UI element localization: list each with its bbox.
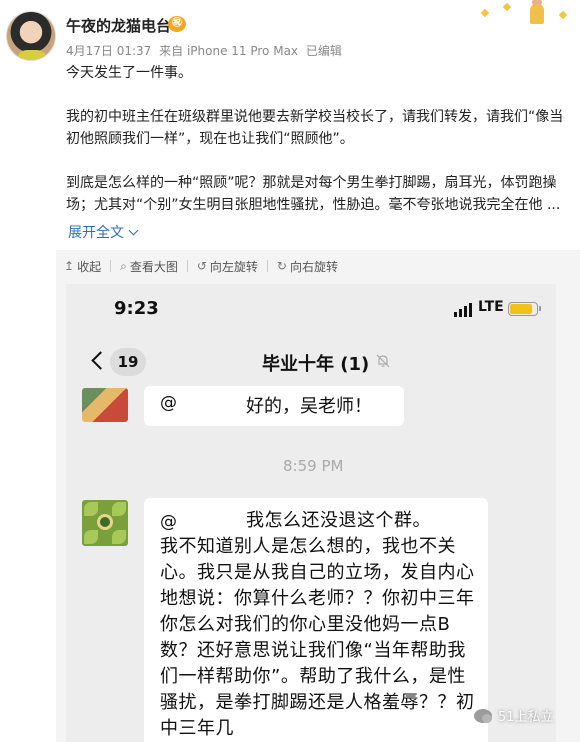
post-source: 来自 iPhone 11 Pro Max (159, 44, 299, 58)
rotate-right-icon: ↻ (276, 259, 287, 273)
message-bubble: @ 好的，吴老师！ (144, 386, 404, 426)
post-header: 午夜的龙猫电台 ㊗ 4月17日 01:37 来自 iPhone 11 Pro M… (0, 0, 580, 66)
divider (266, 260, 268, 272)
collapse-button[interactable]: ↥ 收起 (64, 258, 101, 275)
search-icon: ⌕ (120, 258, 127, 273)
post-paragraph: 我的初中班主任在班级群里说他要去新学校当校长了，请我们转发，请我们“像当初他照顾… (66, 109, 564, 147)
sender-avatar[interactable] (82, 500, 128, 546)
rotate-left-label: 向左旋转 (209, 259, 258, 274)
username[interactable]: 午夜的龙猫电台 (66, 15, 171, 36)
watermark: 51上私立 (474, 706, 554, 725)
expand-label: 展开全文 (68, 225, 124, 241)
chevron-down-icon (128, 225, 139, 236)
post-meta: 4月17日 01:37 来自 iPhone 11 Pro Max 已编辑 (66, 42, 346, 59)
post-body: 今天发生了一件事。 我的初中班主任在班级群里说他要去新学校当校长了，请我们转发，… (66, 62, 566, 216)
mute-bell-icon (376, 354, 390, 368)
post-date: 4月17日 01:37 (66, 44, 152, 58)
collapse-icon: ↥ (64, 259, 75, 273)
view-large-button[interactable]: ⌕ 查看大图 (120, 258, 178, 275)
sender-avatar[interactable] (82, 388, 128, 422)
rotate-right-label: 向右旋转 (289, 259, 338, 274)
message-body: 我不知道别人是怎么想的，我也不关心。我只是从我自己的立场，发自内心地想说：你算什… (160, 536, 475, 739)
post-paragraph: 到底是怎么样的一种“照顾”呢？那就是对每个男生拳打脚踢，扇耳光，体罚跑操场；尤其… (66, 175, 561, 213)
vip-badge-icon: ㊗ (168, 16, 186, 32)
signal-icon (454, 303, 472, 317)
post-paragraph: 今天发生了一件事。 (66, 65, 192, 81)
back-arrow-icon[interactable] (91, 351, 110, 370)
mention-symbol: @ (160, 393, 177, 413)
rotate-left-icon: ↺ (196, 259, 207, 273)
battery-fill (510, 304, 533, 314)
phone-screenshot: 9:23 LTE 19 毕业十年 (1) @ 好的，吴老师！ 8:59 PM @… (66, 284, 556, 742)
message-first-line: 我怎么还没退这个群。 (246, 510, 431, 531)
view-large-label: 查看大图 (129, 259, 178, 274)
collapse-label: 收起 (77, 259, 102, 274)
message-text: 我怎么还没退这个群。 我不知道别人是怎么想的，我也不关心。我只是从我自己的立场，… (160, 508, 480, 742)
image-toolbar: ↥ 收起 ⌕ 查看大图 ↺ 向左旋转 ↻ 向右旋转 (64, 256, 338, 276)
battery-icon (508, 302, 541, 316)
watermark-text: 51上私立 (498, 710, 554, 725)
message-text: 好的，吴老师！ (246, 396, 372, 417)
expand-full-text-link[interactable]: 展开全文 (68, 222, 139, 242)
decoration-illustration-icon (468, 0, 580, 30)
network-label: LTE (478, 299, 504, 315)
divider (110, 260, 112, 272)
chat-header: 19 毕业十年 (1) (66, 344, 556, 384)
message-timestamp: 8:59 PM (283, 457, 344, 475)
unread-count-badge[interactable]: 19 (110, 348, 146, 376)
wechat-icon (474, 708, 492, 723)
user-avatar[interactable] (6, 11, 56, 61)
rotate-left-button[interactable]: ↺ 向左旋转 (197, 258, 258, 275)
status-time: 9:23 (114, 298, 159, 319)
group-title: 毕业十年 (1) (262, 354, 370, 375)
edited-label: 已编辑 (305, 44, 342, 58)
rotate-right-button[interactable]: ↻ 向右旋转 (277, 258, 338, 275)
message-bubble: @ 我怎么还没退这个群。 我不知道别人是怎么想的，我也不关心。我只是从我自己的立… (144, 498, 488, 742)
divider (186, 260, 188, 272)
